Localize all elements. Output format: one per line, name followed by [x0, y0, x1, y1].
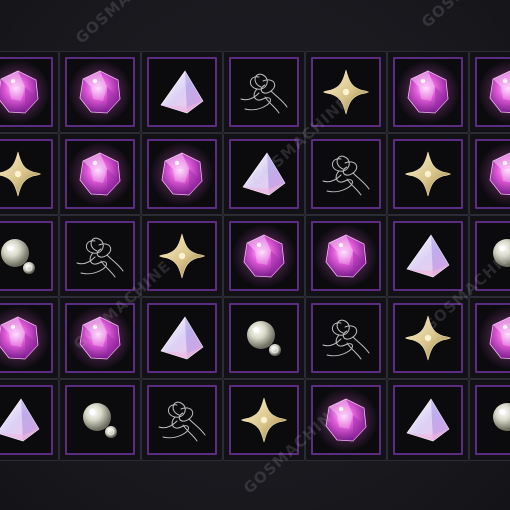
thread-bundle-icon: [229, 57, 299, 127]
inventory-slot[interactable]: [59, 133, 141, 215]
prism-gem-icon: [0, 385, 53, 455]
inventory-slot[interactable]: [387, 297, 469, 379]
inventory-slot[interactable]: [305, 215, 387, 297]
gold-star-icon: [147, 221, 217, 291]
pearl-icon: [475, 221, 510, 291]
inventory-slot[interactable]: [59, 297, 141, 379]
inventory-slot[interactable]: [59, 215, 141, 297]
pearl-icon: [475, 385, 510, 455]
inventory-slot[interactable]: [0, 215, 59, 297]
game-board: GOSMACHINEGOSMACHINEGOSMACHINEGOSMACHINE…: [0, 0, 510, 510]
inventory-slot[interactable]: [469, 297, 510, 379]
prism-gem-icon: [229, 139, 299, 209]
prism-gem-icon: [393, 221, 463, 291]
gold-star-icon: [311, 57, 381, 127]
inventory-slot[interactable]: [0, 51, 59, 133]
thread-bundle-icon: [65, 221, 135, 291]
crystal-gem-icon: [311, 385, 381, 455]
inventory-slot[interactable]: [0, 379, 59, 461]
watermark-text: GOSMACHINE: [72, 0, 176, 47]
crystal-gem-icon: [65, 303, 135, 373]
gold-star-icon: [0, 139, 53, 209]
pearl-icon: [0, 221, 53, 291]
crystal-gem-icon: [475, 303, 510, 373]
crystal-gem-icon: [65, 57, 135, 127]
inventory-slot[interactable]: [469, 133, 510, 215]
thread-bundle-icon: [147, 385, 217, 455]
inventory-slot[interactable]: [469, 215, 510, 297]
prism-gem-icon: [393, 385, 463, 455]
crystal-gem-icon: [393, 57, 463, 127]
inventory-slot[interactable]: [387, 133, 469, 215]
inventory-slot[interactable]: [305, 379, 387, 461]
crystal-gem-icon: [229, 221, 299, 291]
gold-star-icon: [393, 139, 463, 209]
inventory-slot[interactable]: [305, 51, 387, 133]
pearl-icon: [229, 303, 299, 373]
inventory-slot[interactable]: [59, 51, 141, 133]
inventory-slot[interactable]: [141, 297, 223, 379]
inventory-slot[interactable]: [305, 297, 387, 379]
crystal-gem-icon: [147, 139, 217, 209]
crystal-gem-icon: [311, 221, 381, 291]
inventory-slot[interactable]: [0, 133, 59, 215]
inventory-slot[interactable]: [387, 215, 469, 297]
inventory-slot[interactable]: [223, 297, 305, 379]
watermark-text: GOSMACHINE: [418, 0, 510, 31]
crystal-gem-icon: [475, 139, 510, 209]
pearl-icon: [65, 385, 135, 455]
inventory-slot[interactable]: [141, 133, 223, 215]
crystal-gem-icon: [65, 139, 135, 209]
inventory-slot[interactable]: [59, 379, 141, 461]
inventory-slot[interactable]: [141, 51, 223, 133]
gold-star-icon: [393, 303, 463, 373]
crystal-gem-icon: [475, 57, 510, 127]
inventory-slot[interactable]: [223, 215, 305, 297]
inventory-slot[interactable]: [223, 133, 305, 215]
inventory-slot[interactable]: [469, 51, 510, 133]
inventory-slot[interactable]: [387, 379, 469, 461]
inventory-slot[interactable]: [141, 215, 223, 297]
thread-bundle-icon: [311, 303, 381, 373]
prism-gem-icon: [147, 57, 217, 127]
inventory-slot[interactable]: [305, 133, 387, 215]
gold-star-icon: [229, 385, 299, 455]
inventory-slot[interactable]: [0, 297, 59, 379]
inventory-slot[interactable]: [141, 379, 223, 461]
inventory-slot[interactable]: [223, 379, 305, 461]
crystal-gem-icon: [0, 303, 53, 373]
inventory-slot[interactable]: [223, 51, 305, 133]
prism-gem-icon: [147, 303, 217, 373]
inventory-slot[interactable]: [469, 379, 510, 461]
inventory-slot[interactable]: [387, 51, 469, 133]
crystal-gem-icon: [0, 57, 53, 127]
thread-bundle-icon: [311, 139, 381, 209]
